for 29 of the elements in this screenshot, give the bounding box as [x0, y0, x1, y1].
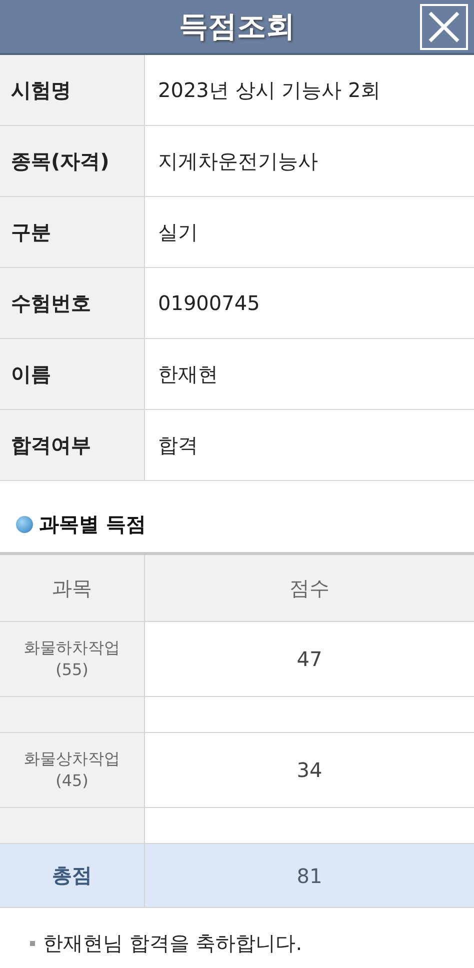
bullet-icon — [16, 516, 33, 533]
score-value: 34 — [296, 758, 322, 782]
subject-name: 화물하차작업 — [24, 637, 120, 659]
subject-name: (45) — [56, 770, 88, 792]
field-label: 종목(자격) — [11, 148, 110, 174]
column-header: 과목 — [52, 574, 92, 602]
field-value: 01900745 — [158, 291, 260, 315]
field-label: 구분 — [11, 218, 51, 246]
subject-name: (55) — [56, 659, 88, 681]
section-title: 과목별 득점 — [39, 511, 146, 538]
field-label: 시험명 — [11, 76, 71, 104]
subject-name: 화물상차작업 — [24, 748, 120, 770]
field-value: 합격 — [158, 432, 198, 458]
field-label: 수험번호 — [11, 290, 91, 316]
congratulation-message: 한재현님 합격을 축하합니다. — [43, 930, 302, 957]
field-label: 합격여부 — [11, 432, 91, 458]
field-value: 2023년 상시 기능사 2회 — [158, 76, 381, 104]
score-value: 47 — [296, 647, 322, 671]
close-button[interactable] — [420, 4, 468, 50]
column-header: 점수 — [290, 574, 330, 602]
page-title: 득점조회 — [179, 8, 295, 44]
field-label: 이름 — [11, 360, 51, 388]
field-value: 실기 — [158, 218, 198, 246]
close-icon — [427, 10, 461, 44]
bullet-icon — [30, 941, 35, 946]
total-label: 총점 — [52, 862, 92, 889]
field-value: 한재현 — [158, 360, 218, 388]
field-value: 지게차운전기능사 — [158, 148, 318, 174]
total-score: 81 — [296, 864, 322, 888]
